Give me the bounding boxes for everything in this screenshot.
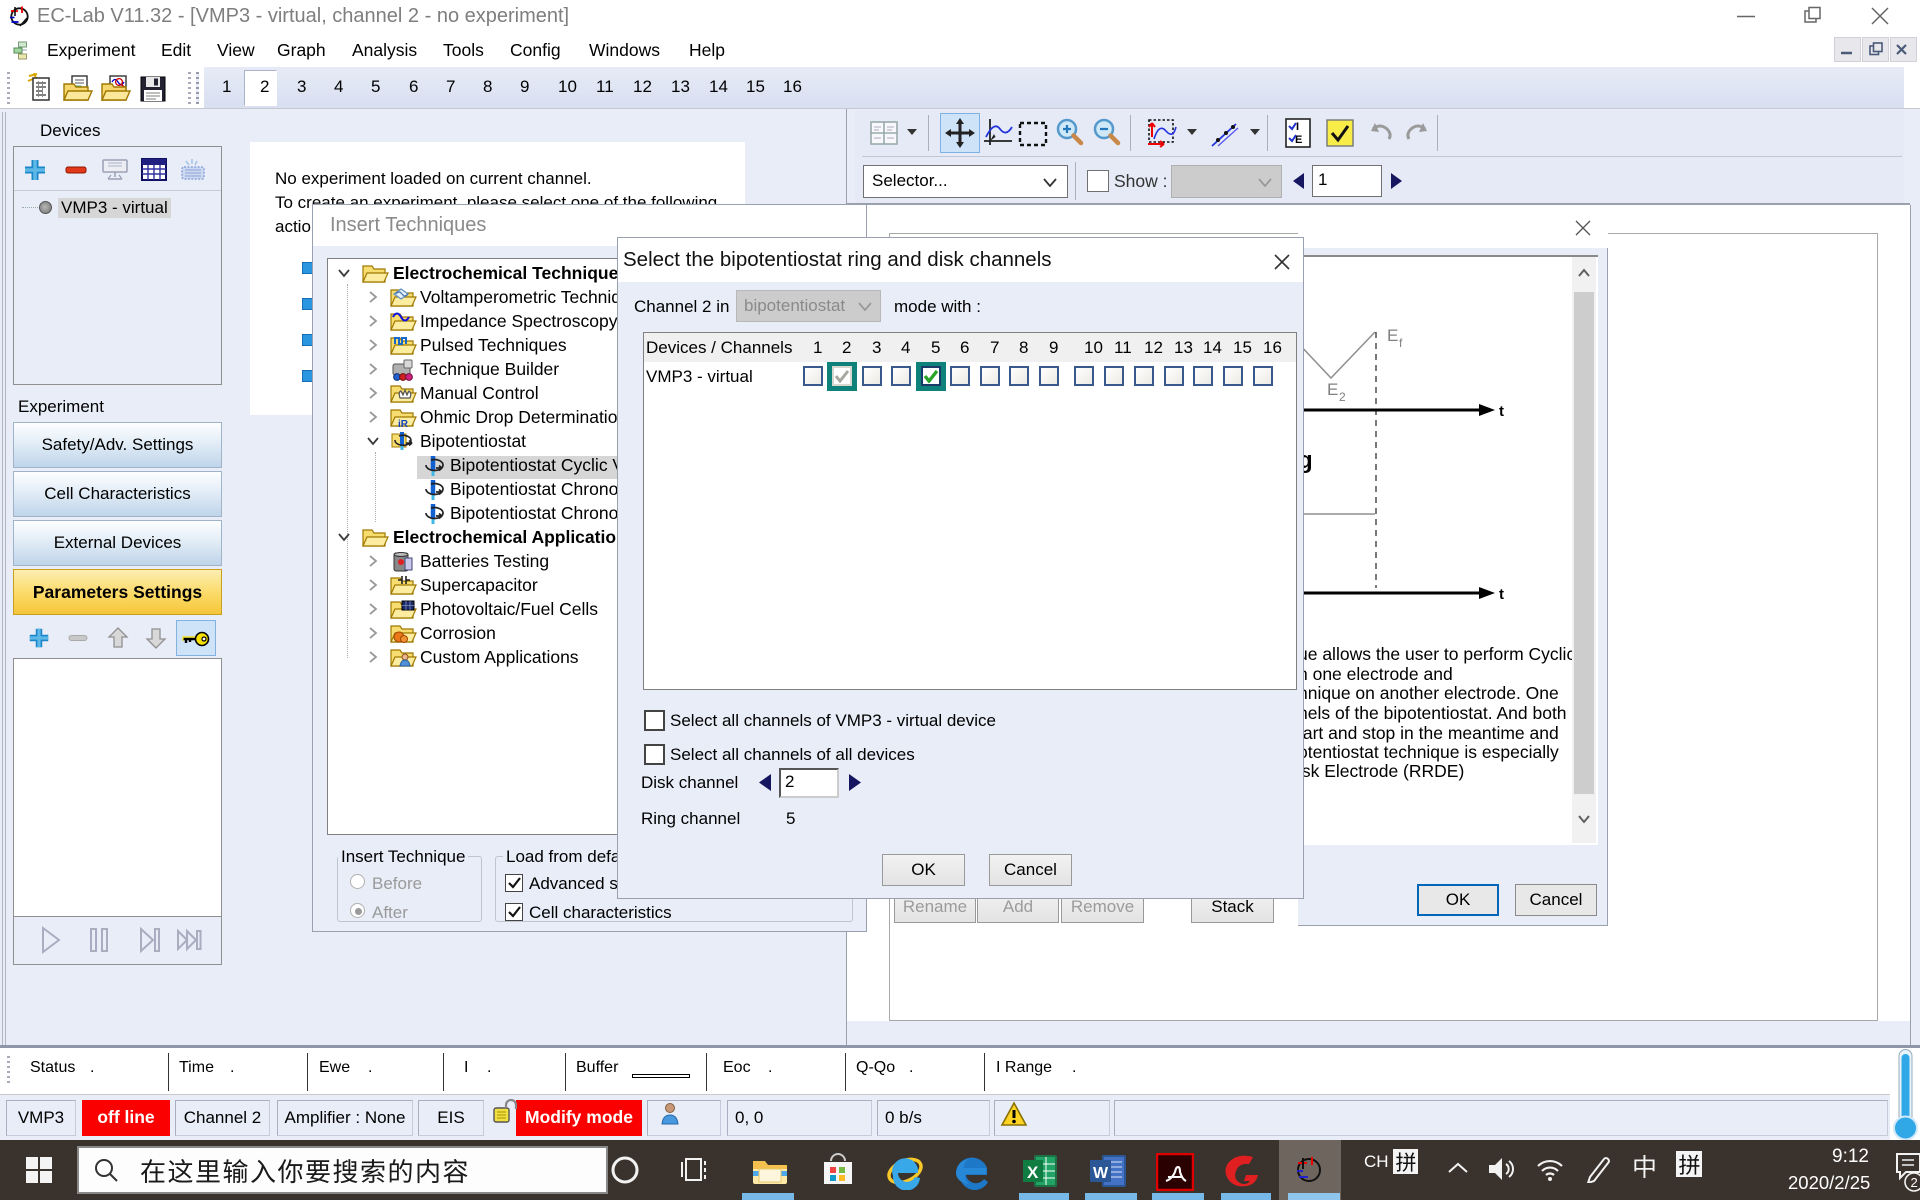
svg-text:iR: iR <box>398 419 409 428</box>
svg-text:ue allows the user to perform: ue allows the user to perform Cyclic <box>1298 644 1572 664</box>
svg-text:t: t <box>1499 586 1504 603</box>
svg-text:tart and stop in the meantime: tart and stop in the meantime and <box>1298 723 1559 743</box>
svg-text:nels of the bipotentiostat. An: nels of the bipotentiostat. And both <box>1298 703 1567 723</box>
svg-text:2: 2 <box>1339 390 1346 404</box>
svg-text:X: X <box>1027 1163 1039 1182</box>
svg-text:2: 2 <box>1911 1175 1918 1190</box>
svg-text:isk Electrode (RRDE): isk Electrode (RRDE) <box>1298 761 1464 781</box>
svg-text:E: E <box>1387 326 1398 345</box>
svg-text:E: E <box>1327 380 1338 399</box>
svg-text:W: W <box>1093 1165 1109 1182</box>
svg-text:I: I <box>1296 121 1299 133</box>
svg-text:n one electrode and: n one electrode and <box>1298 664 1453 684</box>
svg-text:otentiostat technique is espec: otentiostat technique is especially <box>1298 742 1559 762</box>
svg-text:hnique on another electrode. O: hnique on another electrode. One <box>1298 683 1559 703</box>
svg-text:t: t <box>1499 403 1504 420</box>
svg-text:f: f <box>1399 336 1403 350</box>
